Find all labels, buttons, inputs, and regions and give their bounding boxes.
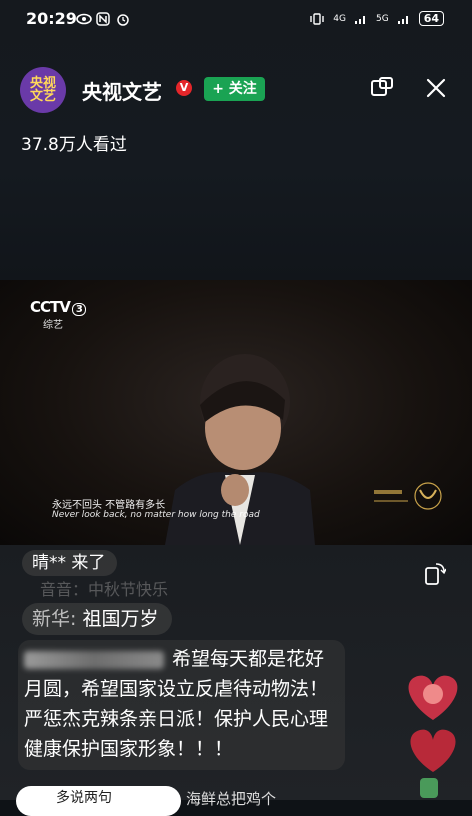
picture-in-picture-icon[interactable] [370,76,394,100]
status-left-icons [76,11,130,26]
nfc-icon [96,11,110,26]
faded-comment: 音音：中秋节快乐 [40,580,169,599]
blurred-username [24,650,164,669]
signal-icon-2 [397,15,408,24]
subtitle-chinese: 永远不回头 不管路有多长 [52,500,166,511]
vibrate-icon [310,12,324,25]
network-4g-label: 4G [333,13,346,24]
channel-avatar[interactable]: 央视文艺 [20,67,66,113]
alarm-icon [116,11,130,26]
like-hearts-icon[interactable] [394,672,472,800]
comment-text: 祖国万岁 [82,608,159,630]
battery-icon: 64 [418,11,444,26]
program-logo-icon [374,482,442,510]
bottom-trailing-text: 海鲜总把鸡个 [186,790,277,808]
subtitle-english: Never look back, no matter how long the … [52,510,260,520]
network-5g-label: 5G [375,13,389,24]
cctv-logo-text: CCTV [30,298,71,316]
channel-name[interactable]: 央视文艺 [82,76,162,105]
avatar-text: 央视文艺 [29,76,56,104]
channel-sub-label: 综艺 [43,320,63,331]
comment-item: 新华: 祖国万岁 [22,603,173,635]
view-count: 37.8万人看过 [21,135,127,155]
status-right-icons: 4G 5G 64 [309,11,444,26]
long-comment-item: 希望每天都是花好月圆，希望国家设立反虐待动物法！严惩杰克辣条亲日派！保护人民心理… [18,640,345,770]
join-message: 晴** 来了 [22,550,118,576]
follow-button[interactable]: + 关注 [204,77,265,101]
verified-badge: V [176,80,192,96]
close-icon[interactable] [424,76,448,100]
comment-input[interactable]: 多说两句 [16,786,181,816]
signal-icon [354,15,365,24]
status-time: 20:29 [26,9,77,28]
eye-icon [76,11,92,25]
comment-username: 新华: [32,608,77,630]
rotate-screen-icon[interactable] [424,562,447,586]
channel-number: 3 [71,303,86,316]
status-bar: 20:29 4G 5G 64 [0,0,472,40]
cctv-logo: CCTV 3 [30,298,86,316]
